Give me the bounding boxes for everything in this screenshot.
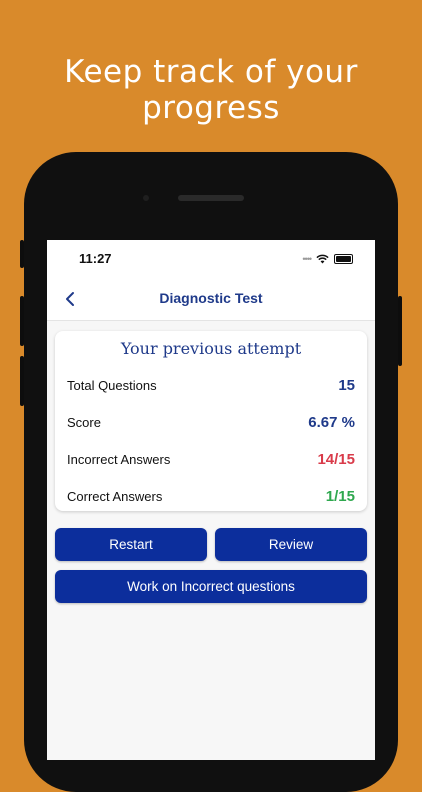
previous-attempt-card: Your previous attempt Total Questions 15… (55, 331, 367, 511)
status-icons: •••• (302, 253, 353, 265)
phone-silent-switch (20, 240, 24, 268)
page-title: Diagnostic Test (159, 290, 263, 306)
phone-volume-down (20, 356, 24, 406)
stat-value: 14/15 (317, 450, 355, 468)
stat-row-total-questions: Total Questions 15 (67, 374, 355, 396)
status-time: 11:27 (79, 251, 112, 266)
phone-power-button (398, 296, 402, 366)
stat-value: 1/15 (325, 487, 355, 505)
review-button[interactable]: Review (215, 528, 367, 561)
stat-row-correct-answers: Correct Answers 1/15 (67, 485, 355, 507)
phone-volume-up (20, 296, 24, 346)
signal-dots-icon: •••• (302, 254, 312, 264)
app-screen: 11:27 •••• Diagnostic Test Your previous… (47, 240, 375, 760)
wifi-icon (316, 254, 329, 264)
battery-icon (334, 254, 353, 264)
promo-headline: Keep track of your progress (64, 54, 358, 126)
stat-row-incorrect-answers: Incorrect Answers 14/15 (67, 448, 355, 470)
earpiece-speaker (178, 195, 244, 201)
stat-value: 15 (338, 376, 355, 394)
card-title: Your previous attempt (120, 339, 302, 358)
navigation-bar: Diagnostic Test (47, 278, 375, 321)
stat-label: Score (67, 414, 101, 430)
stat-label: Total Questions (67, 377, 157, 393)
restart-button[interactable]: Restart (55, 528, 207, 561)
stat-label: Correct Answers (67, 488, 163, 504)
stat-label: Incorrect Answers (67, 451, 171, 467)
status-bar: 11:27 •••• (47, 240, 375, 278)
stat-value: 6.67 % (308, 413, 355, 431)
stat-row-score: Score 6.67 % (67, 411, 355, 433)
work-on-incorrect-button[interactable]: Work on Incorrect questions (55, 570, 367, 603)
front-camera (143, 195, 149, 201)
